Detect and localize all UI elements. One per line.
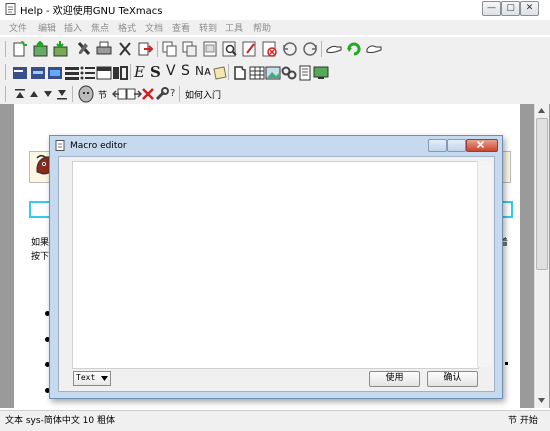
dialog-minimize-button[interactable] bbox=[428, 139, 447, 152]
minimize-button[interactable]: — bbox=[482, 1, 501, 16]
sample-button[interactable]: S bbox=[181, 63, 190, 79]
emphasize-button[interactable]: E bbox=[134, 63, 145, 81]
ok-button[interactable]: 确认 bbox=[427, 371, 478, 387]
gnu-icon[interactable] bbox=[78, 85, 94, 103]
scroll-icon[interactable] bbox=[212, 65, 228, 81]
macro-edit-area[interactable] bbox=[72, 161, 479, 369]
monitor-icon[interactable] bbox=[313, 65, 329, 81]
stack-icon[interactable] bbox=[64, 65, 80, 81]
chevron-down-icon bbox=[101, 376, 108, 381]
menu-insert[interactable]: 插入 bbox=[64, 21, 82, 34]
paste-icon[interactable] bbox=[182, 41, 198, 57]
close-button[interactable]: ✕ bbox=[520, 1, 539, 16]
dialog-maximize-button[interactable] bbox=[447, 139, 466, 152]
menu-focus[interactable]: 焦点 bbox=[91, 21, 109, 34]
hand-icon[interactable] bbox=[326, 41, 342, 57]
menu-help[interactable]: 帮助 bbox=[253, 21, 271, 34]
mode-select-value: Text bbox=[76, 373, 96, 382]
apply-button[interactable]: 使用 bbox=[369, 371, 420, 387]
window-title: Help - 欢迎使用GNU TeXmacs bbox=[20, 6, 163, 17]
verbatim-button[interactable]: V bbox=[166, 63, 176, 79]
menu-file[interactable]: 文件 bbox=[9, 21, 27, 34]
close-icon bbox=[476, 140, 485, 149]
align-left-icon[interactable] bbox=[12, 65, 28, 81]
redo-icon[interactable] bbox=[302, 41, 318, 57]
scrollbar-thumb[interactable] bbox=[536, 118, 548, 270]
menu-tools[interactable]: 工具 bbox=[225, 21, 243, 34]
cancel-search-icon[interactable] bbox=[262, 41, 278, 57]
print-icon[interactable] bbox=[96, 41, 112, 57]
section-label[interactable]: 节 bbox=[98, 88, 107, 101]
status-position: 节 开始 bbox=[508, 416, 538, 426]
menu-bar bbox=[0, 20, 550, 35]
list-icon[interactable] bbox=[80, 65, 96, 81]
spell-icon[interactable] bbox=[242, 41, 258, 57]
export-icon[interactable] bbox=[137, 41, 153, 57]
wrench-icon[interactable] bbox=[154, 86, 170, 102]
cut-icon[interactable] bbox=[117, 41, 133, 57]
new-document-icon[interactable] bbox=[12, 41, 28, 57]
paragraph-line-1: 如果 bbox=[31, 238, 50, 248]
menu-format[interactable]: 格式 bbox=[118, 21, 136, 34]
navigation-toolbar: 节 ? 如何入门 bbox=[0, 84, 550, 105]
strong-button[interactable]: S bbox=[150, 63, 161, 81]
menu-go[interactable]: 转到 bbox=[199, 21, 217, 34]
scroll-up-icon[interactable] bbox=[537, 106, 546, 115]
dialog-app-icon bbox=[55, 140, 65, 151]
move-down-icon[interactable] bbox=[54, 86, 70, 102]
link-icon[interactable] bbox=[281, 65, 297, 81]
document-icon[interactable] bbox=[297, 65, 313, 81]
name-button[interactable]: Nᴀ bbox=[195, 64, 211, 78]
copy-icon[interactable] bbox=[162, 41, 178, 57]
mode-select[interactable]: Text bbox=[73, 371, 111, 386]
menu-edit[interactable]: 编辑 bbox=[38, 21, 56, 34]
paragraph-line-2: 按下 bbox=[31, 252, 50, 262]
scroll-down-icon[interactable] bbox=[537, 396, 546, 405]
refresh-icon[interactable] bbox=[346, 41, 362, 57]
theorem-icon[interactable] bbox=[112, 65, 128, 81]
app-icon bbox=[5, 3, 16, 15]
main-toolbar bbox=[0, 37, 550, 61]
save-icon[interactable] bbox=[53, 41, 69, 57]
grid-icon[interactable] bbox=[249, 65, 265, 81]
picture-icon[interactable] bbox=[47, 65, 63, 81]
table-icon[interactable] bbox=[96, 65, 112, 81]
tools-icon[interactable] bbox=[76, 41, 92, 57]
search-icon[interactable] bbox=[222, 41, 238, 57]
replace-icon[interactable] bbox=[202, 41, 218, 57]
nav-link-getting-started[interactable]: 如何入门 bbox=[185, 88, 221, 101]
undo-icon[interactable] bbox=[282, 41, 298, 57]
status-text: 文本 sys-简体中文 10 粗体 bbox=[5, 416, 115, 426]
help-button[interactable]: ? bbox=[170, 88, 175, 99]
format-toolbar: E S V S Nᴀ bbox=[0, 61, 550, 84]
align-center-icon[interactable] bbox=[30, 65, 46, 81]
dialog-vertical-scrollbar[interactable] bbox=[477, 161, 492, 367]
menu-view[interactable]: 查看 bbox=[172, 21, 190, 34]
dialog-title: Macro editor bbox=[70, 141, 127, 151]
menu-document[interactable]: 文档 bbox=[145, 21, 163, 34]
puzzle-icon[interactable] bbox=[233, 65, 249, 81]
image-icon[interactable] bbox=[265, 65, 281, 81]
list-marker bbox=[505, 362, 508, 365]
maximize-button[interactable]: ▢ bbox=[501, 1, 520, 16]
open-folder-icon[interactable] bbox=[33, 41, 49, 57]
pointing-hand-icon[interactable] bbox=[366, 41, 382, 57]
